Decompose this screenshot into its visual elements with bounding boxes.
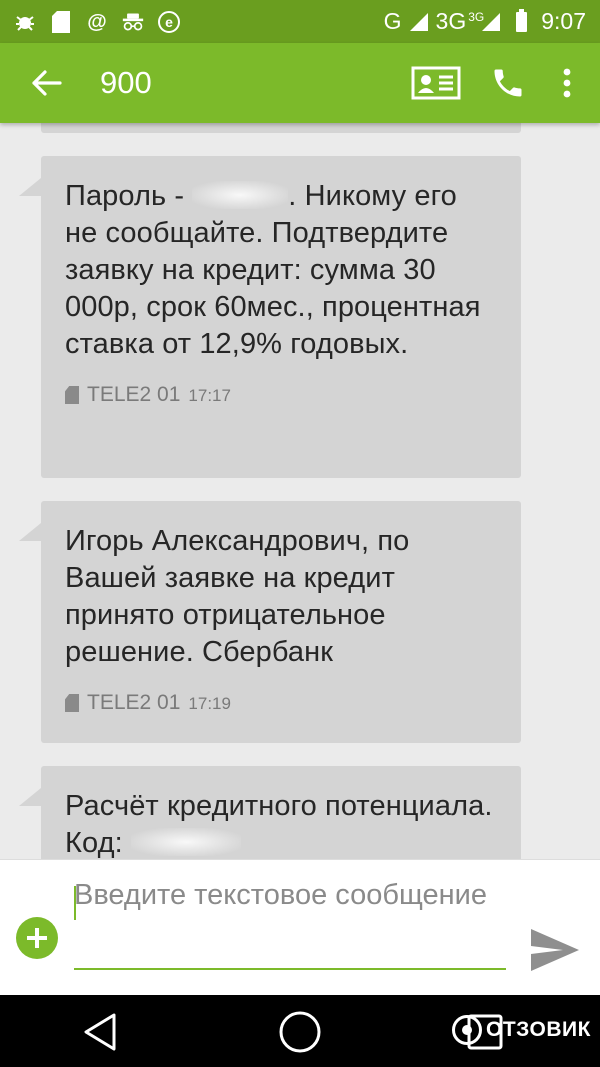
circle-home-icon — [279, 1011, 321, 1053]
redacted-code — [192, 181, 289, 209]
conversation-title: 900 — [100, 65, 152, 100]
message-text: Расчёт кредитного потенциала. Код: — [65, 790, 493, 859]
send-button[interactable] — [526, 922, 584, 978]
message-text: Игорь Александрович, по Вашей заявке на … — [65, 525, 410, 668]
plus-icon — [27, 928, 47, 948]
toolbar-actions — [408, 55, 582, 111]
message-time: 17:17 — [188, 386, 231, 405]
message-thread[interactable]: Пароль - . Никому его не сообщайте. Подт… — [0, 123, 600, 859]
sd-card-icon — [50, 10, 72, 33]
back-button[interactable] — [22, 58, 72, 108]
message-input[interactable] — [74, 876, 506, 964]
message-sender: TELE2 01 — [87, 383, 181, 406]
network-3g-label: 3G — [435, 8, 467, 34]
nav-back-button[interactable] — [75, 1007, 125, 1057]
message-input-wrap — [74, 876, 506, 970]
system-status: G 3G 3G 9:07 — [384, 8, 586, 35]
arrow-back-icon — [32, 70, 62, 96]
call-button[interactable] — [480, 55, 536, 111]
sim-card-icon — [65, 694, 79, 712]
message-meta: TELE2 01 17:17 — [65, 383, 497, 407]
network-g-label: G — [383, 8, 402, 34]
nav-home-button[interactable] — [275, 1007, 325, 1057]
message-bubble[interactable]: Расчёт кредитного потенциала. Код: — [19, 766, 521, 859]
signal-icon-2 — [482, 12, 501, 31]
app-bar: 900 — [0, 43, 600, 123]
watermark-text: ОТЗОВИК — [486, 1018, 591, 1041]
sim-card-icon — [65, 386, 79, 404]
previous-message-bubble — [41, 123, 521, 133]
battery-icon — [516, 8, 528, 32]
incognito-icon — [122, 11, 144, 33]
text-caret — [74, 886, 76, 920]
signal-icon — [409, 12, 428, 31]
notification-icons: @ e — [14, 10, 180, 33]
triangle-back-icon — [84, 1013, 116, 1051]
clock: 9:07 — [541, 8, 586, 34]
message-text: Пароль - . Никому его не сообщайте. Подт… — [65, 180, 481, 360]
message-bubble[interactable]: Игорь Александрович, по Вашей заявке на … — [19, 501, 521, 743]
contact-card-button[interactable] — [408, 55, 464, 111]
attach-button[interactable] — [16, 917, 58, 959]
overflow-menu-button[interactable] — [552, 55, 582, 111]
message-meta: TELE2 01 17:19 — [65, 691, 497, 715]
message-bubble[interactable]: Пароль - . Никому его не сообщайте. Подт… — [19, 156, 521, 478]
more-vert-icon — [563, 68, 571, 98]
contact-card-icon — [411, 66, 461, 100]
otzovik-logo-icon — [452, 1015, 482, 1045]
watermark: ОТЗОВИК — [452, 1015, 591, 1045]
message-time: 17:19 — [188, 694, 231, 713]
e-icon: e — [158, 10, 180, 33]
composer — [0, 859, 600, 995]
navigation-bar: ОТЗОВИК — [0, 995, 600, 1067]
status-bar: @ e G 3G 3G 9:07 — [0, 0, 600, 43]
at-icon: @ — [87, 10, 107, 33]
bug-icon — [14, 11, 36, 33]
redacted-code — [130, 828, 241, 856]
phone-icon — [494, 69, 522, 97]
message-sender: TELE2 01 — [87, 691, 181, 714]
send-icon — [531, 929, 579, 971]
